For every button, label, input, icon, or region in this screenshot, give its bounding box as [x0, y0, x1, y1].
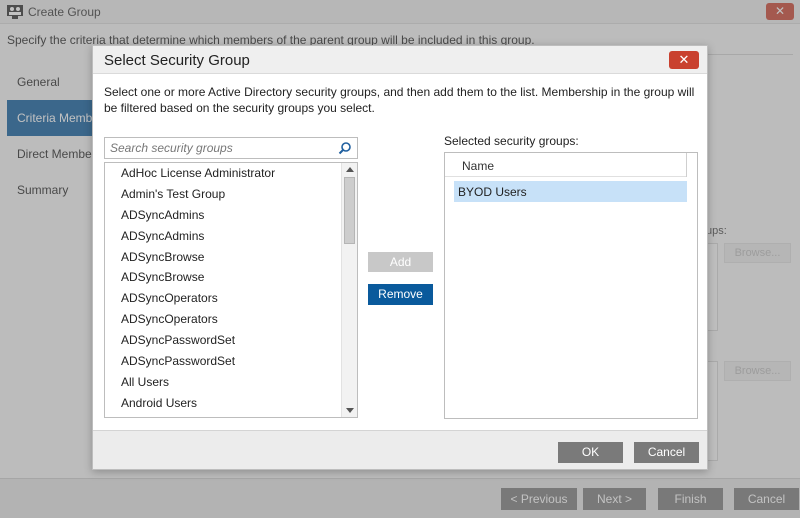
list-item[interactable]: ADSyncBrowse [105, 247, 341, 268]
search-icon[interactable] [338, 141, 352, 155]
security-groups-list[interactable]: AdHoc License Administrator Admin's Test … [104, 162, 358, 418]
remove-button[interactable]: Remove [368, 284, 433, 305]
dialog-titlebar: Select Security Group ✕ [93, 46, 707, 74]
list-item[interactable]: ADSyncPasswordSet [105, 330, 341, 351]
add-button[interactable]: Add [368, 252, 433, 272]
list-item[interactable]: ADSyncOperators [105, 309, 341, 330]
dialog-cancel-button[interactable]: Cancel [634, 442, 699, 463]
ok-button[interactable]: OK [558, 442, 623, 463]
scroll-down-icon[interactable] [346, 408, 354, 413]
list-item[interactable]: ADSyncOperators [105, 288, 341, 309]
scroll-up-icon[interactable] [346, 167, 354, 172]
list-item[interactable]: AdHoc License Administrator [105, 163, 341, 184]
dialog-title: Select Security Group [104, 52, 250, 69]
list-item[interactable]: Android Users [105, 393, 341, 414]
list-scrollbar[interactable] [341, 163, 357, 417]
list-item[interactable]: ADSyncAdmins [105, 226, 341, 247]
scroll-thumb[interactable] [344, 177, 355, 244]
list-item[interactable]: Admin's Test Group [105, 184, 341, 205]
dialog-instructions: Select one or more Active Directory secu… [104, 85, 695, 115]
dialog-footer: OK Cancel [93, 430, 707, 469]
selected-groups-list[interactable]: Name BYOD Users [444, 152, 698, 419]
list-item[interactable]: ADSyncPasswordSet [105, 351, 341, 372]
selected-row[interactable]: BYOD Users [454, 181, 687, 202]
column-divider [686, 153, 687, 177]
list-item[interactable]: All Users [105, 372, 341, 393]
list-item[interactable]: ADSyncAdmins [105, 205, 341, 226]
selected-column-header[interactable]: Name [445, 153, 687, 177]
selected-groups-label: Selected security groups: [444, 134, 579, 148]
security-groups-items: AdHoc License Administrator Admin's Test … [105, 163, 341, 414]
search-box [104, 137, 358, 159]
select-security-group-dialog: Select Security Group ✕ Select one or mo… [92, 45, 708, 470]
selected-row-label: BYOD Users [458, 185, 527, 199]
search-input[interactable] [110, 140, 330, 156]
list-item[interactable]: ADSyncBrowse [105, 267, 341, 288]
column-header-name: Name [462, 159, 495, 173]
dialog-close-button[interactable]: ✕ [669, 51, 699, 69]
